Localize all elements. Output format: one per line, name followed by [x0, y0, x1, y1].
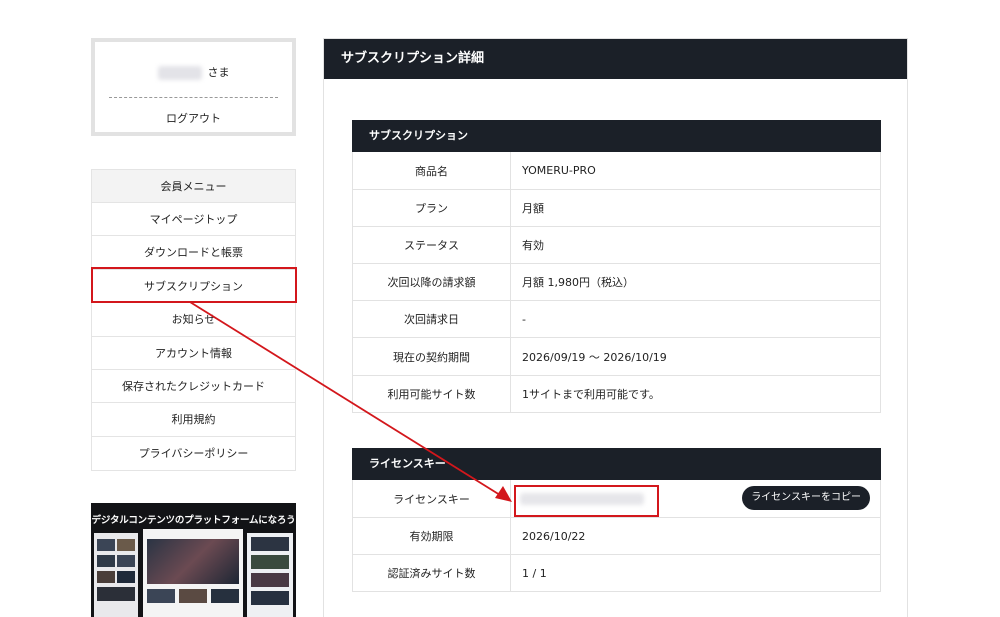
menu-item-terms[interactable]: 利用規約 — [92, 403, 295, 437]
divider — [109, 97, 278, 98]
banner-title: デジタルコンテンツのプラットフォームになろう — [91, 515, 296, 526]
row-value: 1サイトまで利用可能です。 — [522, 387, 660, 401]
row-value: YOMERU-PRO — [522, 164, 596, 178]
row-label: 商品名 — [353, 152, 511, 190]
menu-item-account[interactable]: アカウント情報 — [92, 336, 295, 370]
subscription-detail-panel: サブスクリプション詳細 サブスクリプション 商品名 YOMERU-PRO プラン… — [323, 38, 908, 617]
row-value: - — [522, 312, 526, 326]
license-section-header: ライセンスキー — [352, 448, 881, 480]
banner-screenshot-right — [247, 533, 293, 617]
highlight-box-license-key — [514, 485, 659, 517]
row-value: 有効 — [522, 239, 544, 253]
row-label: 次回請求日 — [353, 301, 511, 338]
member-menu-header: 会員メニュー — [92, 170, 295, 203]
table-row: プラン 月額 — [353, 189, 880, 227]
expiry-label: 有効期限 — [353, 518, 511, 555]
table-row: 現在の契約期間 2026/09/19 〜 2026/10/19 — [353, 337, 880, 375]
row-label: 利用可能サイト数 — [353, 375, 511, 412]
menu-item-mypage-top[interactable]: マイページトップ — [92, 203, 295, 237]
menu-item-saved-cards[interactable]: 保存されたクレジットカード — [92, 369, 295, 404]
row-label: 現在の契約期間 — [353, 338, 511, 375]
copy-license-key-button[interactable]: ライセンスキーをコピー — [742, 486, 870, 510]
page-title: サブスクリプション詳細 — [324, 39, 907, 79]
row-label: 次回以降の請求額 — [353, 264, 511, 301]
menu-item-privacy[interactable]: プライバシーポリシー — [92, 436, 295, 471]
menu-item-downloads[interactable]: ダウンロードと帳票 — [92, 236, 295, 270]
row-value: 2026/09/19 〜 2026/10/19 — [522, 350, 667, 364]
table-row: 商品名 YOMERU-PRO — [353, 152, 880, 190]
row-value: 月額 1,980円（税込） — [522, 276, 634, 290]
highlight-box-subscription — [91, 267, 297, 303]
blurred-username — [157, 66, 202, 80]
table-row: 利用可能サイト数 1サイトまで利用可能です。 — [353, 374, 880, 412]
logout-link[interactable]: ログアウト — [95, 110, 292, 126]
table-row: 次回請求日 - — [353, 300, 880, 338]
row-label: ステータス — [353, 227, 511, 264]
member-menu: 会員メニュー マイページトップ ダウンロードと帳票 サブスクリプション お知らせ… — [91, 169, 296, 472]
verified-sites-value: 1 / 1 — [522, 566, 547, 580]
row-label: プラン — [353, 190, 511, 227]
table-row: 有効期限 2026/10/22 — [353, 517, 880, 555]
honorific: さま — [207, 66, 230, 79]
user-box: さま ログアウト — [91, 38, 296, 136]
license-section: ライセンスキー ライセンスキー ライセンスキーをコピー 有効期限 2026/10… — [352, 448, 881, 593]
subscription-table: 商品名 YOMERU-PRO プラン 月額 ステータス 有効 次回以降の請求額 … — [352, 152, 881, 413]
verified-sites-label: 認証済みサイト数 — [353, 555, 511, 592]
menu-item-news[interactable]: お知らせ — [92, 303, 295, 337]
banner-screenshot-left — [94, 533, 138, 617]
table-row: ステータス 有効 — [353, 226, 880, 264]
row-value: 月額 — [522, 202, 544, 216]
table-row: 次回以降の請求額 月額 1,980円（税込） — [353, 263, 880, 301]
banner-screenshot-center — [143, 529, 243, 617]
subscription-section: サブスクリプション 商品名 YOMERU-PRO プラン 月額 ステータス 有効… — [352, 120, 881, 413]
license-key-label: ライセンスキー — [353, 480, 511, 518]
user-greeting: さま — [95, 64, 292, 80]
expiry-value: 2026/10/22 — [522, 529, 586, 543]
subscription-section-header: サブスクリプション — [352, 120, 881, 152]
promo-banner[interactable]: デジタルコンテンツのプラットフォームになろう — [91, 503, 296, 617]
table-row: 認証済みサイト数 1 / 1 — [353, 554, 880, 592]
